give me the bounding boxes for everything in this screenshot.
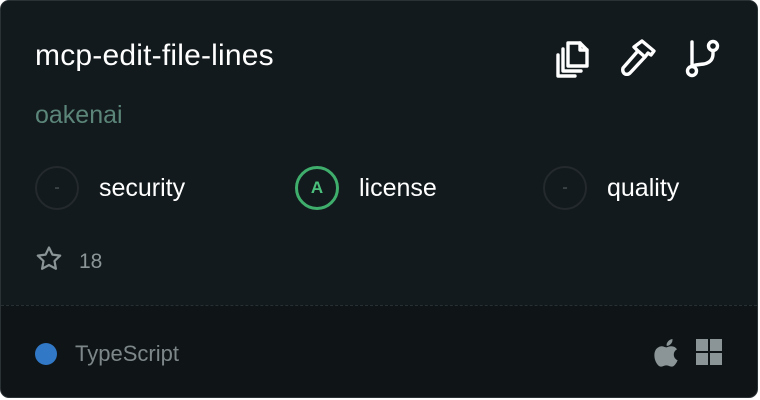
git-fork-icon[interactable] (681, 37, 723, 79)
server-card[interactable]: mcp-edit-file-lines oakenai - security A… (0, 0, 758, 398)
score-quality-label: quality (607, 173, 680, 202)
star-count: 18 (35, 245, 102, 278)
score-security-badge: - (35, 166, 79, 210)
platforms (653, 337, 723, 372)
star-icon (35, 245, 63, 278)
card-divider (1, 305, 757, 306)
language-color-dot (35, 343, 57, 365)
language: TypeScript (35, 341, 179, 367)
score-row: - security A license - quality (35, 165, 723, 211)
card-title[interactable]: mcp-edit-file-lines (35, 39, 274, 73)
copy-icon[interactable] (553, 37, 595, 79)
score-security-label: security (99, 173, 186, 202)
hammer-icon[interactable] (617, 37, 659, 79)
card-owner[interactable]: oakenai (35, 101, 123, 130)
apple-icon (653, 337, 681, 372)
score-license-label: license (359, 173, 437, 202)
language-name: TypeScript (75, 341, 179, 366)
score-quality-badge: - (543, 166, 587, 210)
card-actions (553, 37, 723, 79)
star-count-value: 18 (79, 249, 103, 273)
score-license[interactable]: A license (295, 165, 437, 211)
windows-icon (695, 337, 723, 372)
card-footer: TypeScript (35, 337, 723, 371)
score-license-badge: A (295, 166, 339, 210)
score-quality[interactable]: - quality (543, 165, 679, 211)
score-security[interactable]: - security (35, 165, 185, 211)
